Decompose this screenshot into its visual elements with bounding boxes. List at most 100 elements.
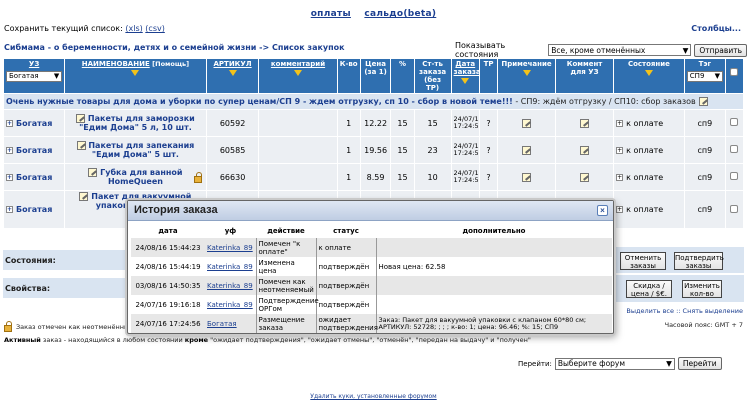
uz-name[interactable]: Богатая <box>16 119 52 128</box>
select-all-link[interactable]: Выделить все <box>626 307 674 315</box>
uz-select[interactable]: Богатая ▼ <box>6 71 63 82</box>
comment-edit-icon[interactable] <box>580 145 590 155</box>
state-cell[interactable]: + к оплате <box>613 190 685 229</box>
comment-edit-icon[interactable] <box>580 118 590 128</box>
expand-icon[interactable]: + <box>616 146 624 154</box>
expand-icon[interactable]: + <box>616 206 624 213</box>
expand-icon[interactable]: + <box>6 146 13 154</box>
select-cell[interactable] <box>724 109 745 137</box>
item-name-cell[interactable]: Пакеты для заморозки "Едим Дома" 5 л, 10… <box>64 109 207 137</box>
history-row: 24/07/16 19:16:18 Katerinka_89 Подтвержд… <box>131 295 612 314</box>
note-edit-icon[interactable] <box>522 145 531 155</box>
columns-settings-link[interactable]: Столбцы... <box>691 24 741 33</box>
balance-link[interactable]: сальдо(beta) <box>364 9 436 19</box>
change-qty-button[interactable]: Изменить кол-во <box>682 280 722 298</box>
row-checkbox[interactable] <box>730 204 739 213</box>
column-total: Ст-ть заказа (без ТР) <box>413 58 452 94</box>
cancel-orders-button[interactable]: Отменить заказы <box>620 252 666 270</box>
uz-name[interactable]: Богатая <box>16 205 52 214</box>
deselect-link[interactable]: Снять выделение <box>683 307 743 315</box>
close-icon[interactable]: × <box>597 205 608 216</box>
history-action: Помечен как неотменяемый <box>255 276 316 295</box>
expand-icon[interactable]: + <box>6 119 13 127</box>
note-cell[interactable] <box>496 109 557 137</box>
item-name[interactable]: Губка для ванной HomeQueen <box>100 168 182 186</box>
history-user-link[interactable]: Katerinka_89 <box>207 301 253 309</box>
uz-name[interactable]: Богатая <box>16 173 52 182</box>
column-name[interactable]: НАИМЕНОВАНИЕ [Помощь] <box>64 58 207 94</box>
delete-cookies-link[interactable]: Удалить куки, установленные форумом <box>0 393 747 400</box>
purchase-group-row[interactable]: Очень нужные товары для дома и уборки по… <box>3 93 744 110</box>
note-cell[interactable] <box>496 163 557 191</box>
sort-arrow-icon <box>522 70 531 76</box>
column-select-all[interactable] <box>724 58 745 94</box>
item-name-cell[interactable]: Губка для ванной HomeQueen <box>64 163 207 191</box>
expand-icon[interactable]: + <box>6 206 13 213</box>
row-checkbox[interactable] <box>730 145 739 153</box>
edit-icon[interactable] <box>76 141 86 150</box>
dialog-header[interactable]: История заказа × <box>128 201 613 221</box>
help-link[interactable]: [Помощь] <box>152 60 189 68</box>
state-value: к оплате <box>626 205 664 214</box>
history-user-link[interactable]: Katerinka_89 <box>207 263 253 271</box>
state-cell[interactable]: + к оплате <box>613 163 685 191</box>
submit-filter-button[interactable]: Отправить <box>694 43 747 57</box>
comment-edit-icon[interactable] <box>580 172 590 182</box>
uz-cell[interactable]: + Богатая <box>2 163 66 191</box>
column-tag[interactable]: Тэг СП9 ▼ <box>683 58 726 94</box>
column-state[interactable]: Состояние <box>613 58 685 94</box>
item-name[interactable]: Пакеты для запекания "Едим Дома" 5 шт. <box>88 141 194 159</box>
breadcrumb-link[interactable]: Сибмама - о беременности, детях и о семе… <box>4 43 345 52</box>
edit-icon[interactable] <box>79 192 89 201</box>
state-cell[interactable]: + к оплате <box>613 136 685 164</box>
history-col-extra: дополнительно <box>376 224 612 238</box>
edit-icon[interactable] <box>88 168 98 177</box>
column-note[interactable]: Примечание <box>496 58 557 94</box>
column-uz[interactable]: УЗ Богатая ▼ <box>2 58 66 94</box>
discount-button[interactable]: Скидка / цена / $€. <box>626 280 672 298</box>
save-list-label: Сохранить текущий список: <box>4 24 123 33</box>
item-name[interactable]: Пакеты для заморозки "Едим Дома" 5 л, 10… <box>79 114 195 132</box>
edit-icon[interactable] <box>698 97 708 106</box>
comment-uz-cell[interactable] <box>555 163 615 191</box>
row-checkbox[interactable] <box>730 118 739 126</box>
select-cell[interactable] <box>724 136 745 164</box>
purchase-group-title[interactable]: Очень нужные товары для дома и уборки по… <box>6 97 513 106</box>
note-edit-icon[interactable] <box>522 172 531 182</box>
tag-select[interactable]: СП9 ▼ <box>686 71 723 82</box>
comment-uz-cell[interactable] <box>555 109 615 137</box>
uz-cell[interactable]: + Богатая <box>2 190 66 229</box>
state-cell[interactable]: + к оплате <box>613 109 685 137</box>
select-all-checkbox[interactable] <box>730 68 739 76</box>
row-checkbox[interactable] <box>730 172 739 180</box>
uz-cell[interactable]: + Богатая <box>2 136 66 164</box>
history-user-link[interactable]: Богатая <box>207 320 237 328</box>
note-edit-icon[interactable] <box>522 118 531 128</box>
select-cell[interactable] <box>724 190 745 229</box>
uz-name[interactable]: Богатая <box>16 146 52 155</box>
export-csv-link[interactable]: (csv) <box>145 24 165 33</box>
confirm-orders-button[interactable]: Подтвердить заказы <box>674 252 724 270</box>
expand-icon[interactable]: + <box>616 119 624 127</box>
history-extra: Новая цена: 62.58 <box>375 257 612 276</box>
uz-cell[interactable]: + Богатая <box>2 109 66 137</box>
note-cell[interactable] <box>496 136 557 164</box>
expand-icon[interactable]: + <box>616 173 624 181</box>
payments-link[interactable]: оплаты <box>311 9 351 19</box>
history-user-link[interactable]: Katerinka_89 <box>207 282 253 290</box>
expand-icon[interactable]: + <box>6 173 13 181</box>
forum-select[interactable]: Выберите форум ▼ <box>554 357 675 370</box>
comment-uz-cell[interactable] <box>555 136 615 164</box>
breadcrumb[interactable]: Сибмама - о беременности, детях и о семе… <box>4 43 345 52</box>
go-button[interactable]: Перейти <box>677 357 722 370</box>
state-filter-select[interactable]: Все, кроме отменённых ▼ <box>548 44 692 56</box>
export-xls-link[interactable]: (xls) <box>125 24 142 33</box>
column-date[interactable]: Дата заказа <box>450 58 481 94</box>
edit-icon[interactable] <box>76 114 86 123</box>
item-name-cell[interactable]: Пакеты для запекания "Едим Дома" 5 шт. <box>64 136 207 164</box>
column-comment[interactable]: комментарий <box>258 58 338 94</box>
column-qty: К-во <box>336 58 361 94</box>
column-article[interactable]: АРТИКУЛ <box>205 58 260 94</box>
select-cell[interactable] <box>724 163 745 191</box>
history-user-link[interactable]: Katerinka_89 <box>207 244 253 252</box>
